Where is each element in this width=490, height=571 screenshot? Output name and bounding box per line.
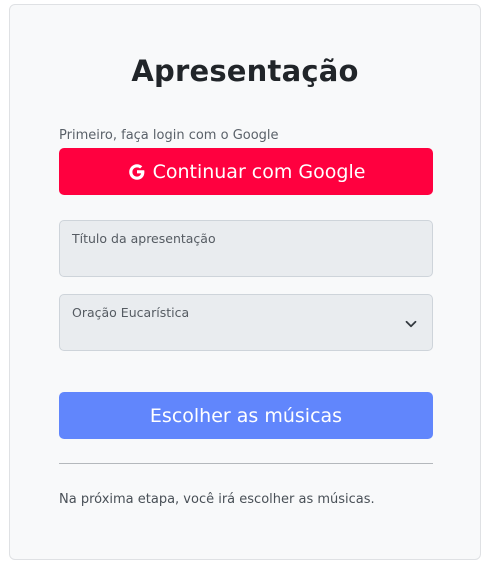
google-login-button-label: Continuar com Google — [152, 160, 366, 183]
login-hint: Primeiro, faça login com o Google — [59, 128, 279, 143]
chevron-down-icon — [404, 316, 418, 330]
presentation-card: Apresentação Primeiro, faça login com o … — [9, 4, 481, 560]
page-title: Apresentação — [131, 54, 359, 88]
footer-note: Na próxima etapa, você irá escolher as m… — [59, 492, 375, 507]
eucharistic-prayer-select[interactable]: Oração Eucarística — [59, 294, 433, 351]
google-login-button[interactable]: Continuar com Google — [59, 148, 433, 195]
presentation-title-label: Título da apresentação — [72, 231, 216, 246]
presentation-title-input[interactable]: Título da apresentação — [59, 220, 433, 277]
choose-songs-button[interactable]: Escolher as músicas — [59, 392, 433, 439]
divider — [59, 463, 433, 464]
eucharistic-prayer-label: Oração Eucarística — [72, 305, 190, 320]
google-g-icon — [127, 162, 147, 182]
